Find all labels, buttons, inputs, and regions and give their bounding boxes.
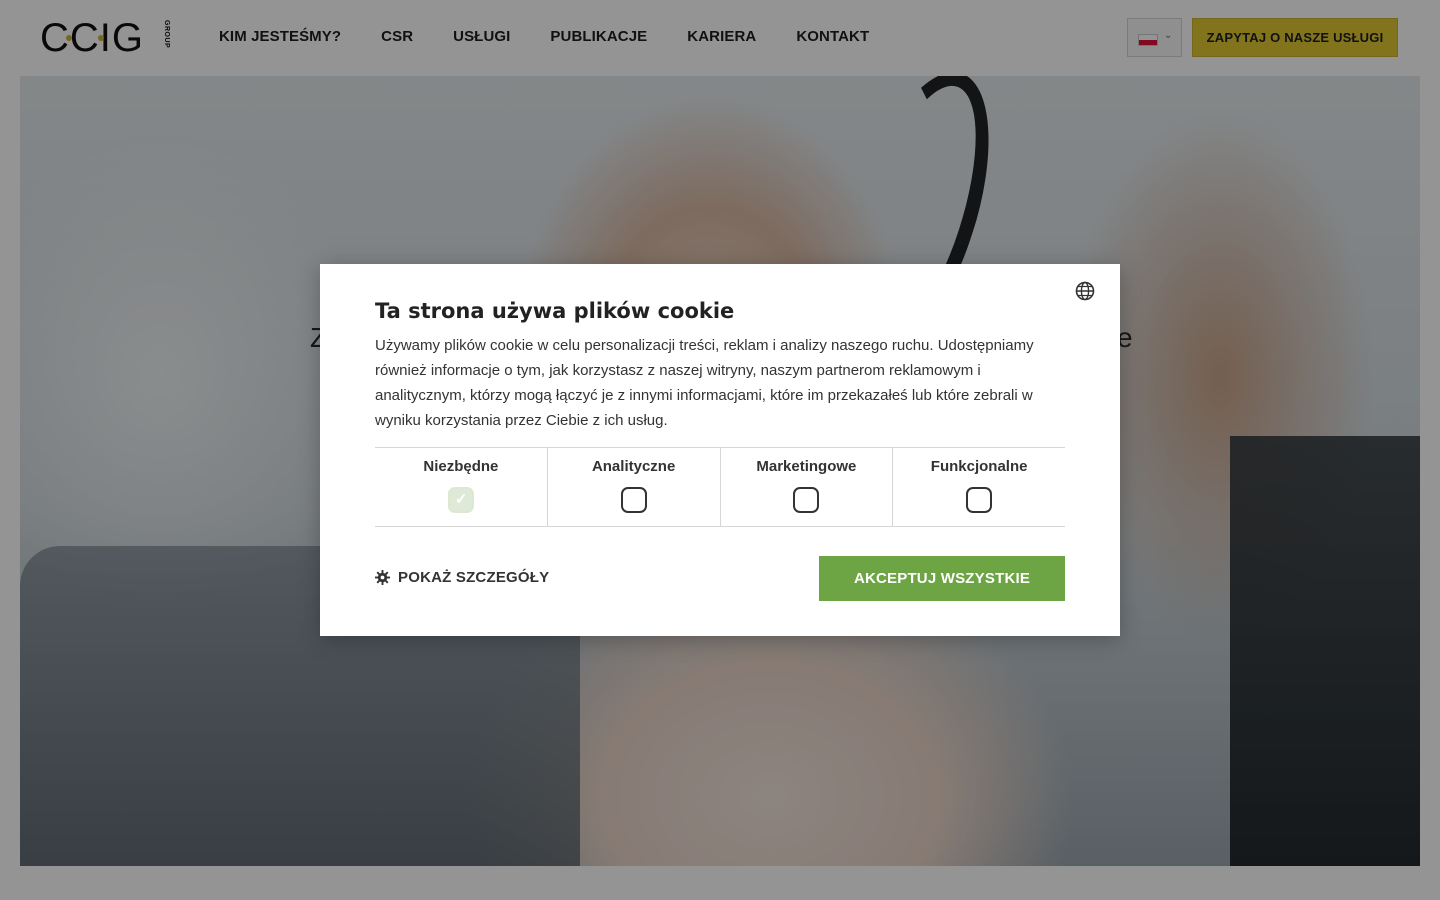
cookie-dialog-title: Ta strona używa plików cookie — [375, 299, 735, 323]
accept-all-button[interactable]: AKCEPTUJ WSZYSTKIE — [819, 556, 1065, 601]
cookie-consent-dialog: Ta strona używa plików cookie Używamy pl… — [320, 264, 1120, 636]
globe-icon[interactable] — [1075, 281, 1095, 301]
show-details-label: POKAŻ SZCZEGÓŁY — [398, 569, 550, 586]
marketing-checkbox[interactable] — [793, 487, 820, 513]
cookie-categories: Niezbędne ✓ Analityczne Marketingowe Fun… — [375, 447, 1065, 527]
cookie-category-analytics: Analityczne — [548, 448, 721, 526]
cookie-category-label: Funkcjonalne — [930, 458, 1028, 475]
necessary-checkbox: ✓ — [447, 487, 474, 513]
cookie-dialog-description: Używamy plików cookie w celu personaliza… — [375, 337, 1034, 429]
cookie-category-label: Niezbędne — [423, 458, 499, 475]
gear-icon — [375, 570, 390, 585]
cookie-category-necessary: Niezbędne ✓ — [375, 448, 548, 526]
cookie-category-marketing: Marketingowe — [721, 448, 894, 526]
cookie-category-label: Marketingowe — [756, 458, 857, 475]
cookie-category-functional: Funkcjonalne — [893, 448, 1065, 526]
show-details-button[interactable]: POKAŻ SZCZEGÓŁY — [375, 569, 549, 586]
functional-checkbox[interactable] — [966, 487, 993, 513]
analytics-checkbox[interactable] — [620, 487, 647, 513]
cookie-category-label: Analityczne — [591, 458, 676, 475]
checkmark-icon: ✓ — [454, 491, 468, 508]
